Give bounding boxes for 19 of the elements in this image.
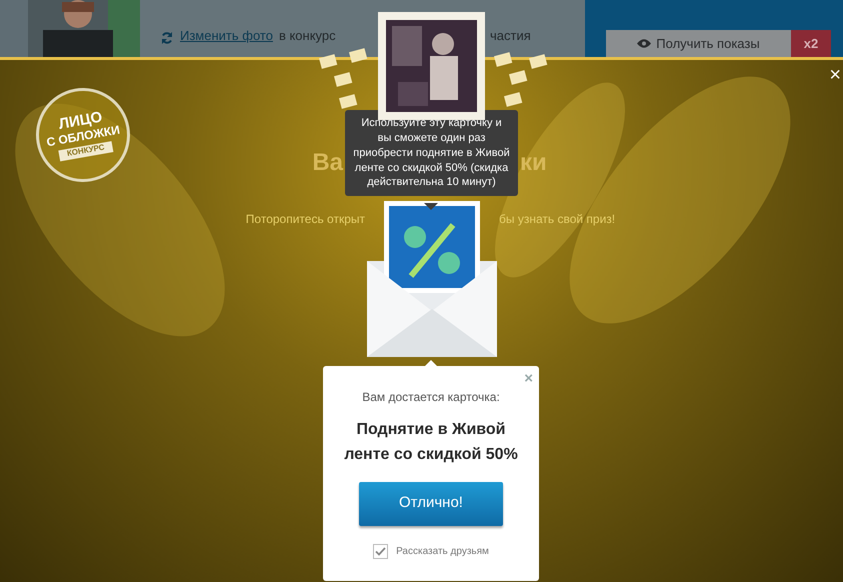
prize-intro: Вам достается карточка: bbox=[361, 389, 501, 406]
get-views-button[interactable]: Получить показы bbox=[606, 30, 791, 57]
hint-text: Поторопитесь открыт bbox=[246, 211, 365, 228]
hint-text: бы узнать свой приз! bbox=[499, 211, 616, 228]
refresh-icon bbox=[160, 31, 174, 45]
tooltip: Используйте эту карточку и вы сможете один раз приобрести поднятие в Живой ленте со скидкой 50% (скидка действительна 10 минут) bbox=[345, 110, 518, 196]
ok-button[interactable]: Отлично! bbox=[359, 482, 503, 526]
title-text: Ва bbox=[312, 148, 343, 178]
eye-icon bbox=[637, 39, 652, 48]
share-checkbox[interactable] bbox=[373, 544, 388, 559]
prize-title: Поднятие в Живой ленте со скидкой 50% bbox=[343, 420, 519, 465]
title-text: ки bbox=[520, 148, 547, 178]
multiplier-badge: x2 bbox=[791, 30, 831, 57]
participation-text: частия bbox=[490, 26, 531, 44]
share-label: Рассказать друзьям bbox=[396, 544, 489, 559]
change-photo-link[interactable]: Изменить фото bbox=[180, 26, 273, 45]
close-button[interactable]: × bbox=[524, 368, 533, 390]
close-button[interactable]: × bbox=[827, 65, 843, 85]
contest-text: в конкурс bbox=[278, 26, 336, 45]
